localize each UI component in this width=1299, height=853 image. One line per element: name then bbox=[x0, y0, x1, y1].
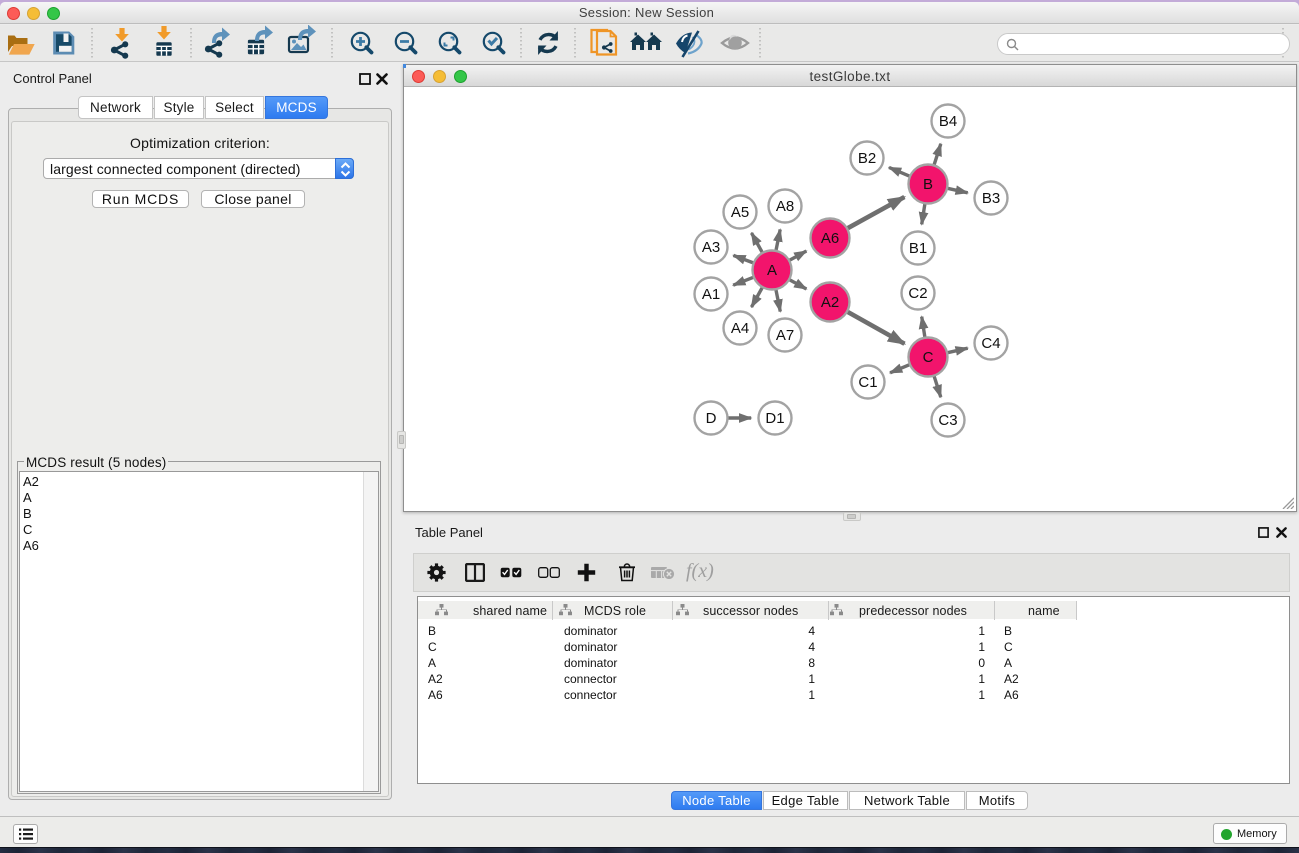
svg-text:C1: C1 bbox=[858, 374, 877, 391]
svg-text:B1: B1 bbox=[909, 240, 927, 257]
svg-text:C3: C3 bbox=[938, 412, 957, 429]
svg-text:A: A bbox=[767, 262, 777, 279]
svg-text:B3: B3 bbox=[982, 190, 1000, 207]
svg-text:A5: A5 bbox=[731, 204, 749, 221]
svg-text:C2: C2 bbox=[908, 285, 927, 302]
svg-text:D1: D1 bbox=[765, 410, 784, 427]
svg-text:D: D bbox=[706, 410, 717, 427]
svg-text:B: B bbox=[923, 176, 933, 193]
svg-text:A1: A1 bbox=[702, 286, 720, 303]
svg-text:A6: A6 bbox=[821, 230, 839, 247]
svg-text:C: C bbox=[923, 349, 934, 366]
svg-text:A3: A3 bbox=[702, 239, 720, 256]
svg-text:A4: A4 bbox=[731, 320, 749, 337]
svg-text:A7: A7 bbox=[776, 327, 794, 344]
svg-text:C4: C4 bbox=[981, 335, 1000, 352]
svg-text:A2: A2 bbox=[821, 294, 839, 311]
svg-text:A8: A8 bbox=[776, 198, 794, 215]
svg-text:B4: B4 bbox=[939, 113, 957, 130]
svg-text:B2: B2 bbox=[858, 150, 876, 167]
